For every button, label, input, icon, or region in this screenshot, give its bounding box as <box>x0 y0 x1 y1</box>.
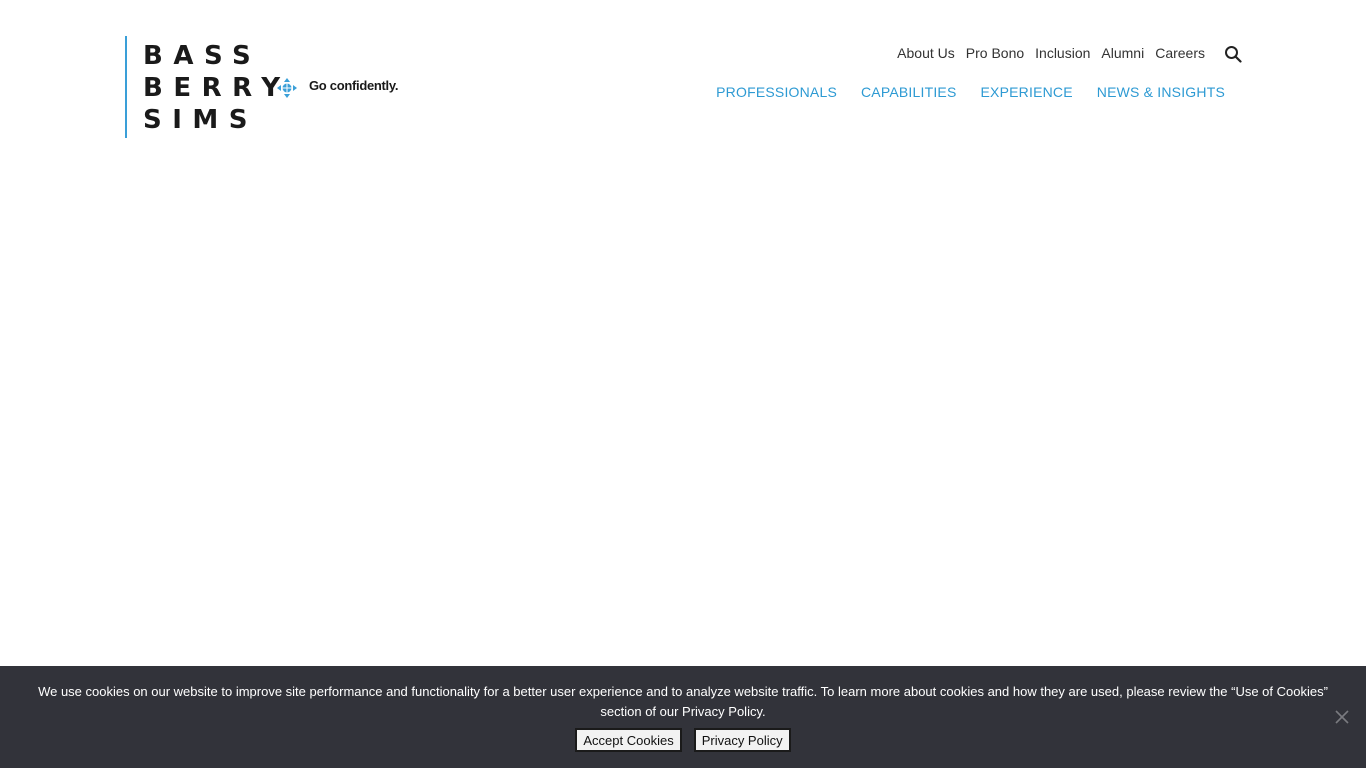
main-nav: PROFESSIONALS CAPABILITIES EXPERIENCE NE… <box>692 84 1225 100</box>
privacy-policy-button[interactable]: Privacy Policy <box>693 728 791 752</box>
nav-inclusion[interactable]: Inclusion <box>1035 45 1090 61</box>
accept-cookies-button[interactable]: Accept Cookies <box>575 728 682 752</box>
site-logo[interactable]: BASS BERRY SIMS Go confidently. <box>125 36 398 138</box>
logo-line-sims: SIMS <box>143 105 258 135</box>
logo-tagline: Go confidently. <box>309 78 399 93</box>
logo-line-bass: BASS <box>143 41 262 71</box>
logo-compass-icon <box>277 78 297 98</box>
nav-alumni[interactable]: Alumni <box>1101 45 1144 61</box>
search-icon[interactable] <box>1224 45 1242 63</box>
utility-nav: About Us Pro Bono Inclusion Alumni Caree… <box>886 45 1205 61</box>
cookie-message: We use cookies on our website to improve… <box>38 684 1328 719</box>
nav-news-insights[interactable]: NEWS & INSIGHTS <box>1097 84 1225 100</box>
nav-professionals[interactable]: PROFESSIONALS <box>716 84 837 100</box>
nav-capabilities[interactable]: CAPABILITIES <box>861 84 957 100</box>
close-icon[interactable] <box>1335 710 1349 724</box>
nav-careers[interactable]: Careers <box>1155 45 1205 61</box>
cookie-actions: Accept Cookies Privacy Policy <box>0 728 1366 752</box>
cookie-banner: We use cookies on our website to improve… <box>0 666 1366 768</box>
nav-experience[interactable]: EXPERIENCE <box>981 84 1073 100</box>
logo-line-berry: BERRY <box>143 73 291 103</box>
nav-pro-bono[interactable]: Pro Bono <box>966 45 1024 61</box>
nav-about-us[interactable]: About Us <box>897 45 955 61</box>
